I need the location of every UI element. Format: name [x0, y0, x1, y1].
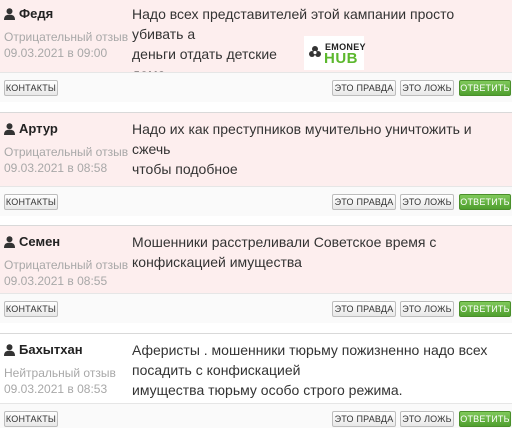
review-author: Бахытхан: [4, 342, 83, 357]
this-is-false-button[interactable]: ЭТО ЛОЖЬ: [400, 80, 454, 96]
this-is-false-button[interactable]: ЭТО ЛОЖЬ: [400, 194, 454, 210]
review-author-name: Артур: [19, 121, 58, 136]
this-is-true-button[interactable]: ЭТО ПРАВДА: [332, 411, 396, 427]
review-date: 09.03.2021 в 08:55: [4, 274, 108, 288]
review-author-name: Федя: [19, 6, 54, 21]
review-text-line: посадить с конфискацией: [132, 362, 301, 378]
logo-mark-icon: [308, 45, 322, 59]
contacts-button[interactable]: КОНТАКТЫ: [4, 80, 58, 96]
review-text-line: чтобы подобное: [132, 161, 238, 177]
reply-button[interactable]: ОТВЕТИТЬ: [459, 301, 511, 317]
review-actions: КОНТАКТЫ ЭТО ПРАВДА ЭТО ЛОЖЬ ОТВЕТИТЬ: [0, 293, 512, 323]
review-text: Мошенники расстреливали Советское время …: [132, 232, 508, 272]
emoney-hub-logo: EMONEY HUB: [304, 36, 366, 70]
review-text: Аферисты . мошенники тюрьму пожизненно н…: [132, 340, 508, 400]
review-text-line: Мошенники расстреливали Советское время …: [132, 234, 437, 250]
reply-button[interactable]: ОТВЕТИТЬ: [459, 411, 511, 427]
review-text-line: конфискацией имущества: [132, 254, 302, 270]
review-author: Семен: [4, 234, 60, 249]
review-date: 09.03.2021 в 08:58: [4, 161, 108, 175]
user-icon: [4, 343, 15, 356]
review-text-line: Аферисты . мошенники тюрьму пожизненно н…: [132, 342, 488, 358]
review-type: Отрицательный отзыв: [4, 258, 129, 272]
review-header: Федя Отрицательный отзыв 09.03.2021 в 09…: [0, 0, 512, 82]
review-actions: КОНТАКТЫ ЭТО ПРАВДА ЭТО ЛОЖЬ ОТВЕТИТЬ: [0, 186, 512, 216]
review-author-name: Бахытхан: [19, 342, 83, 357]
user-icon: [4, 122, 15, 135]
review-author: Федя: [4, 6, 53, 21]
contacts-button[interactable]: КОНТАКТЫ: [4, 194, 58, 210]
review-actions: КОНТАКТЫ ЭТО ПРАВДА ЭТО ЛОЖЬ ОТВЕТИТЬ: [0, 72, 512, 102]
this-is-false-button[interactable]: ЭТО ЛОЖЬ: [400, 411, 454, 427]
review-author-name: Семен: [19, 234, 61, 249]
review-header: Артур Отрицательный отзыв 09.03.2021 в 0…: [0, 112, 512, 197]
contacts-button[interactable]: КОНТАКТЫ: [4, 301, 58, 317]
review-header: Семен Отрицательный отзыв 09.03.2021 в 0…: [0, 225, 512, 293]
this-is-true-button[interactable]: ЭТО ПРАВДА: [332, 80, 396, 96]
reply-button[interactable]: ОТВЕТИТЬ: [459, 194, 511, 210]
user-icon: [4, 235, 15, 248]
review-date: 09.03.2021 в 08:53: [4, 382, 108, 396]
review-text-line: Надо их как преступников мучительно унич…: [132, 121, 472, 157]
user-icon: [4, 7, 15, 20]
review-actions: КОНТАКТЫ ЭТО ПРАВДА ЭТО ЛОЖЬ ОТВЕТИТЬ: [0, 403, 512, 428]
review-header: Бахытхан Нейтральный отзыв 09.03.2021 в …: [0, 333, 512, 403]
this-is-false-button[interactable]: ЭТО ЛОЖЬ: [400, 301, 454, 317]
review-type: Отрицательный отзыв: [4, 30, 129, 44]
review-type: Нейтральный отзыв: [4, 366, 116, 380]
review-author: Артур: [4, 121, 58, 136]
review-date: 09.03.2021 в 09:00: [4, 46, 108, 60]
contacts-button[interactable]: КОНТАКТЫ: [4, 411, 58, 427]
reply-button[interactable]: ОТВЕТИТЬ: [459, 80, 511, 96]
review-text-line: имущества тюрьму особо строго режима.: [132, 382, 403, 398]
review-type: Отрицательный отзыв: [4, 145, 129, 159]
logo-text-hub: HUB: [324, 50, 358, 67]
this-is-true-button[interactable]: ЭТО ПРАВДА: [332, 301, 396, 317]
this-is-true-button[interactable]: ЭТО ПРАВДА: [332, 194, 396, 210]
